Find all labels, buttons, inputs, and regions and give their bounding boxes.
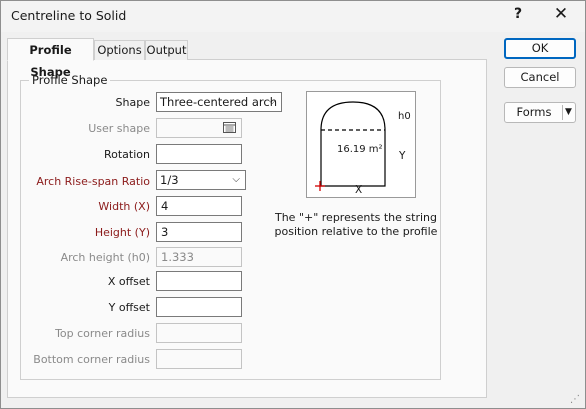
top-corner-radius-field bbox=[156, 323, 242, 343]
rotation-label: Rotation bbox=[103, 148, 150, 161]
chevron-down-icon: ⌵ bbox=[232, 174, 240, 185]
width-label: Width (X) bbox=[98, 200, 150, 213]
forms-button[interactable]: Forms ▼ bbox=[504, 102, 576, 123]
x-offset-label: X offset bbox=[107, 275, 150, 288]
forms-label: Forms bbox=[516, 105, 552, 119]
x-label: X bbox=[355, 184, 363, 196]
y-label: Y bbox=[399, 150, 406, 162]
rotation-field[interactable] bbox=[156, 144, 242, 164]
chevron-down-icon[interactable]: ▼ bbox=[565, 103, 572, 122]
browse-icon[interactable] bbox=[223, 122, 236, 133]
caption-line-1: The "+" represents the string bbox=[274, 211, 437, 224]
arch-ratio-select[interactable]: 1/3 ⌵ bbox=[156, 170, 246, 190]
arch-ratio-value: 1/3 bbox=[160, 173, 179, 187]
top-corner-radius-label: Top corner radius bbox=[55, 327, 150, 340]
preview-caption: The "+" represents the string position r… bbox=[272, 211, 440, 239]
y-offset-field[interactable] bbox=[156, 297, 242, 317]
arch-ratio-label: Arch Rise-span Ratio bbox=[36, 175, 150, 188]
bottom-corner-radius-label: Bottom corner radius bbox=[33, 353, 150, 366]
profile-preview: 16.19 m² h0 Y X bbox=[306, 91, 416, 198]
close-button[interactable]: ✕ bbox=[551, 4, 571, 24]
width-field[interactable]: 4 bbox=[156, 196, 242, 216]
tab-profile-shape[interactable]: Profile Shape bbox=[7, 38, 94, 79]
tab-options[interactable]: Options bbox=[94, 40, 145, 60]
shape-value: Three-centered arch bbox=[160, 95, 277, 109]
arch-height-label: Arch height (h0) bbox=[60, 251, 150, 264]
bottom-corner-radius-field bbox=[156, 349, 242, 369]
arch-height-field: 1.333 bbox=[156, 247, 242, 267]
h0-label: h0 bbox=[398, 111, 411, 122]
ok-button[interactable]: OK bbox=[504, 38, 576, 59]
cancel-button[interactable]: Cancel bbox=[504, 67, 576, 88]
shape-select[interactable]: Three-centered arch ⌵ bbox=[156, 92, 282, 112]
height-field[interactable]: 3 bbox=[156, 222, 242, 242]
x-offset-field[interactable] bbox=[156, 271, 242, 291]
window-title: Centreline to Solid bbox=[11, 8, 127, 23]
split-divider bbox=[562, 105, 563, 120]
user-shape-label: User shape bbox=[88, 122, 150, 135]
chevron-down-icon: ⌵ bbox=[268, 96, 276, 107]
resize-grip-icon[interactable]: ⋰ bbox=[570, 394, 580, 405]
area-label: 16.19 m² bbox=[337, 144, 383, 155]
y-offset-label: Y offset bbox=[108, 301, 150, 314]
height-label: Height (Y) bbox=[94, 226, 150, 239]
shape-label: Shape bbox=[115, 96, 150, 109]
caption-line-2: position relative to the profile bbox=[274, 225, 438, 238]
tab-output[interactable]: Output bbox=[145, 40, 188, 60]
help-button[interactable]: ? bbox=[510, 6, 526, 22]
